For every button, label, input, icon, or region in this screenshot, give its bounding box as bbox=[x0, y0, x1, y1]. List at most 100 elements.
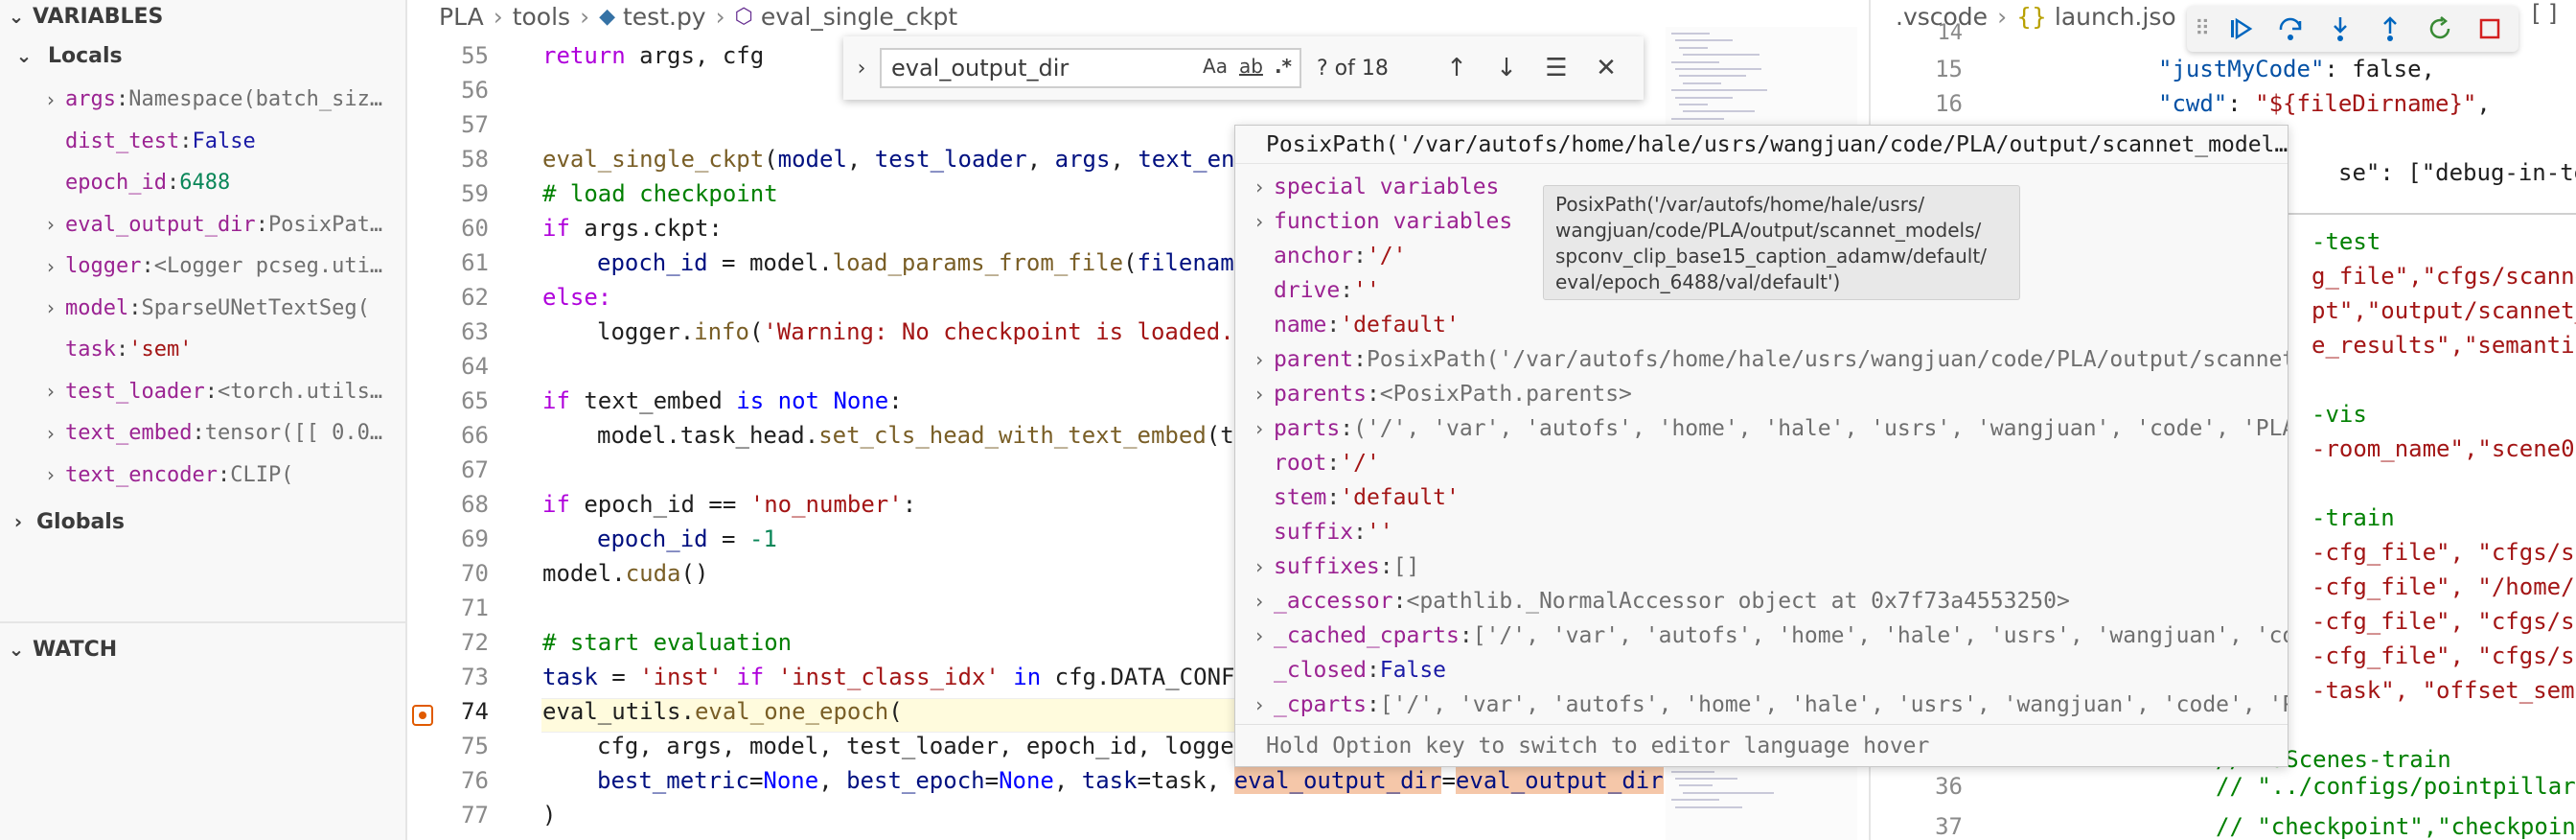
hover-tree-row[interactable]: › _accessor: <pathlib._NormalAccessor obj… bbox=[1235, 584, 2288, 618]
hover-tree-row[interactable]: › parents: <PosixPath.parents> bbox=[1235, 377, 2288, 411]
line-number: 60 bbox=[461, 215, 489, 242]
variable-name: eval_output_dir bbox=[65, 212, 256, 237]
code-line-77: ) bbox=[542, 802, 557, 828]
code-line-66: model.task_head.set_cls_head_with_text_e… bbox=[597, 422, 1234, 449]
hover-title: PosixPath('/var/autofs/home/hale/usrs/wa… bbox=[1235, 126, 2288, 164]
property-name: _cached_cparts bbox=[1274, 623, 1460, 648]
use-regex-button[interactable]: .* bbox=[1275, 55, 1292, 78]
chevron-right-icon[interactable]: › bbox=[1235, 555, 1274, 578]
variable-value: tensor([[ 0.0… bbox=[204, 421, 383, 445]
variable-value: 'sem' bbox=[128, 338, 193, 362]
minimap-line bbox=[1679, 46, 1708, 49]
separator: : bbox=[1366, 382, 1380, 407]
minimap-line bbox=[1683, 54, 1760, 57]
variable-row[interactable]: › text_embed: tensor([[ 0.0… bbox=[0, 412, 407, 454]
hover-tree-row[interactable]: › _cparts: ['/', 'var', 'autofs', 'home',… bbox=[1235, 688, 2288, 722]
chevron-right-icon[interactable]: › bbox=[36, 422, 65, 445]
step-out-icon[interactable] bbox=[2371, 10, 2409, 48]
minimap-line bbox=[1679, 104, 1708, 105]
scope-locals[interactable]: ⌄ Locals bbox=[0, 36, 407, 75]
chevron-right-icon[interactable]: › bbox=[1235, 383, 1274, 406]
line-number: 63 bbox=[461, 318, 489, 345]
minimap-line bbox=[1683, 110, 1755, 113]
variable-row[interactable]: epoch_id: 6488 bbox=[0, 162, 407, 203]
match-whole-word-button[interactable]: ab bbox=[1239, 55, 1263, 78]
separator: : bbox=[1340, 278, 1354, 303]
hover-tree-row[interactable]: name: 'default' bbox=[1235, 308, 2288, 342]
code-line-63: logger.info('Warning: No checkpoint is l… bbox=[597, 318, 1234, 345]
variable-value: False bbox=[192, 128, 256, 153]
property-value: <PosixPath.parents> bbox=[1379, 382, 1632, 407]
chevron-right-icon[interactable]: › bbox=[36, 88, 65, 111]
watch-section-header[interactable]: ⌄ WATCH bbox=[0, 633, 407, 665]
chevron-right-icon[interactable]: › bbox=[1235, 590, 1274, 613]
variable-row[interactable]: › model: SparseUNetTextSeg( bbox=[0, 288, 407, 329]
chevron-right-icon[interactable]: › bbox=[36, 296, 65, 319]
variable-row[interactable]: › args: Namespace(batch_siz… bbox=[0, 79, 407, 120]
find-input[interactable]: eval_output_dir Aa ab .* bbox=[880, 48, 1301, 88]
hover-tree-row[interactable]: root: '/' bbox=[1235, 446, 2288, 480]
chevron-right-icon[interactable]: › bbox=[36, 213, 65, 236]
chevron-right-icon[interactable]: › bbox=[1235, 417, 1274, 440]
chevron-right-icon[interactable]: › bbox=[1235, 210, 1274, 233]
continue-icon[interactable] bbox=[2221, 10, 2260, 48]
breadcrumb-item[interactable]: test.py bbox=[623, 3, 706, 31]
match-case-button[interactable]: Aa bbox=[1203, 55, 1228, 78]
variable-value: <torch.utils… bbox=[217, 379, 383, 404]
find-in-selection-icon[interactable]: ☰ bbox=[1531, 54, 1581, 82]
toggle-replace-chevron-icon[interactable]: › bbox=[843, 57, 880, 81]
scope-globals[interactable]: › Globals bbox=[0, 502, 407, 541]
hover-tree-row[interactable]: suffix: '' bbox=[1235, 515, 2288, 549]
property-value: 'default' bbox=[1340, 313, 1460, 338]
code-line-72: # start evaluation bbox=[542, 629, 793, 656]
variable-row[interactable]: › text_encoder: CLIP( bbox=[0, 455, 407, 496]
chevron-down-icon: ⌄ bbox=[8, 5, 25, 28]
minimap-line bbox=[1683, 791, 1774, 794]
property-name: root bbox=[1274, 451, 1327, 476]
chevron-right-icon[interactable]: › bbox=[36, 255, 65, 278]
previous-match-arrow-up-icon[interactable]: ↑ bbox=[1432, 54, 1482, 82]
restart-icon[interactable] bbox=[2421, 10, 2459, 48]
chevron-right-icon[interactable]: › bbox=[1235, 693, 1274, 716]
step-over-icon[interactable] bbox=[2271, 10, 2310, 48]
variable-value: 6488 bbox=[179, 171, 231, 195]
minimap-line bbox=[1671, 770, 1714, 773]
line-number: 70 bbox=[461, 560, 489, 587]
separator: : bbox=[1326, 313, 1341, 338]
variable-row[interactable]: task: 'sem' bbox=[0, 329, 407, 370]
hover-tree-row[interactable]: › suffixes: [] bbox=[1235, 549, 2288, 584]
next-match-arrow-down-icon[interactable]: ↓ bbox=[1482, 54, 1531, 82]
variable-row[interactable]: › logger: <Logger pcseg.uti… bbox=[0, 245, 407, 287]
hover-tree-row[interactable]: › parts: ('/', 'var', 'autofs', 'home', '… bbox=[1235, 411, 2288, 446]
chevron-right-icon[interactable]: › bbox=[36, 463, 65, 486]
minimap-line bbox=[1671, 799, 1719, 802]
breadcrumb-item[interactable]: launch.jso bbox=[2055, 3, 2176, 31]
step-into-icon[interactable] bbox=[2321, 10, 2359, 48]
property-name: stem bbox=[1274, 485, 1327, 510]
minimap-line bbox=[1671, 89, 1767, 92]
chevron-right-icon[interactable]: › bbox=[1235, 624, 1274, 647]
line-number: 72 bbox=[461, 629, 489, 656]
hover-tree-row[interactable]: _closed: False bbox=[1235, 653, 2288, 688]
chevron-right-icon[interactable]: › bbox=[1235, 175, 1274, 198]
minimap-line bbox=[1675, 39, 1733, 42]
hover-tree-row[interactable]: › _cached_cparts: ['/', 'var', 'autofs', … bbox=[1235, 618, 2288, 653]
stop-icon[interactable] bbox=[2471, 10, 2509, 48]
chevron-right-icon[interactable]: › bbox=[36, 380, 65, 403]
variable-row[interactable]: dist_test: False bbox=[0, 121, 407, 162]
variables-section-header[interactable]: ⌄ VARIABLES bbox=[0, 0, 407, 33]
breadcrumb-item[interactable]: eval_single_ckpt bbox=[761, 3, 957, 31]
variable-row[interactable]: › eval_output_dir: PosixPat… bbox=[0, 204, 407, 245]
property-value: '' bbox=[1353, 278, 1380, 303]
line-number: 37 bbox=[1935, 813, 1963, 840]
chevron-right-icon[interactable]: › bbox=[1235, 348, 1274, 371]
close-icon[interactable]: ✕ bbox=[1581, 54, 1631, 82]
breadcrumb-item[interactable]: PLA bbox=[439, 3, 484, 31]
hover-tree-row[interactable]: stem: 'default' bbox=[1235, 480, 2288, 515]
variable-row[interactable]: › test_loader: <torch.utils… bbox=[0, 371, 407, 412]
line-number: 74 bbox=[461, 698, 489, 725]
drag-handle-icon[interactable]: ⠿ bbox=[2195, 17, 2210, 41]
breadcrumb-item[interactable]: tools bbox=[513, 3, 570, 31]
hover-tree-row[interactable]: › parent: PosixPath('/var/autofs/home/hal… bbox=[1235, 342, 2288, 377]
tooltip-line: eval/epoch_6488/val/default') bbox=[1555, 270, 1841, 293]
